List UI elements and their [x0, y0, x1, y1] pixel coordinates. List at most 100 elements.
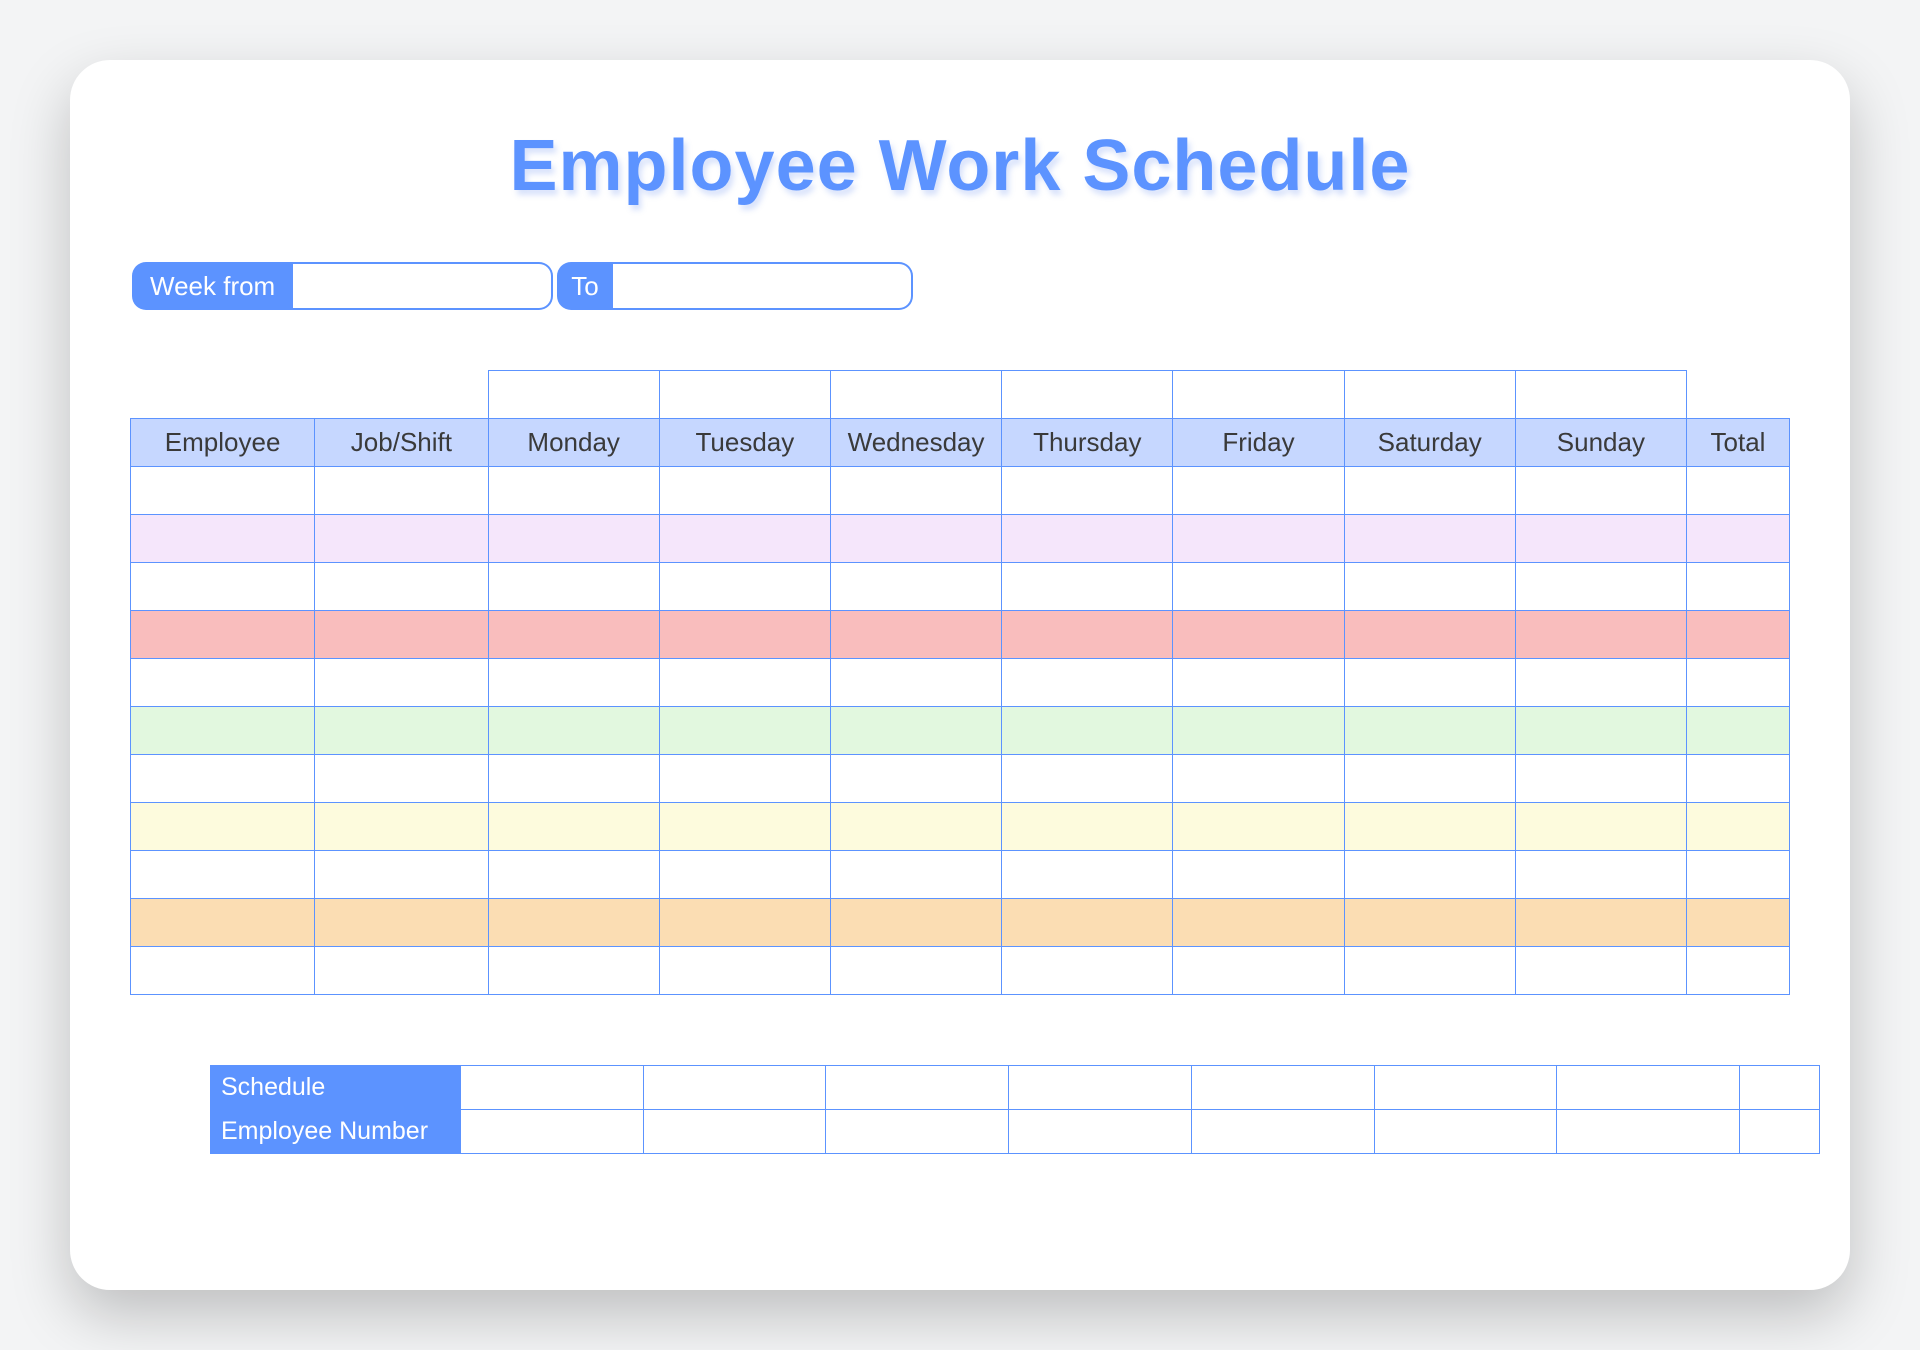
- summary-cell[interactable]: [1009, 1110, 1192, 1154]
- total-cell[interactable]: [1687, 803, 1790, 851]
- employee-cell[interactable]: [131, 659, 315, 707]
- day-cell[interactable]: [1002, 947, 1173, 995]
- day-cell[interactable]: [488, 755, 659, 803]
- day-cell[interactable]: [1344, 515, 1515, 563]
- employee-cell[interactable]: [131, 563, 315, 611]
- day-cell[interactable]: [1173, 611, 1344, 659]
- day-cell[interactable]: [1344, 947, 1515, 995]
- date-cell[interactable]: [1344, 371, 1515, 419]
- job-cell[interactable]: [315, 659, 488, 707]
- job-cell[interactable]: [315, 899, 488, 947]
- day-cell[interactable]: [488, 803, 659, 851]
- employee-cell[interactable]: [131, 803, 315, 851]
- day-cell[interactable]: [1344, 659, 1515, 707]
- day-cell[interactable]: [1344, 851, 1515, 899]
- job-cell[interactable]: [315, 707, 488, 755]
- summary-cell[interactable]: [461, 1066, 644, 1110]
- date-cell[interactable]: [830, 371, 1001, 419]
- employee-cell[interactable]: [131, 899, 315, 947]
- summary-cell[interactable]: [826, 1110, 1009, 1154]
- employee-cell[interactable]: [131, 611, 315, 659]
- day-cell[interactable]: [830, 707, 1001, 755]
- day-cell[interactable]: [659, 947, 830, 995]
- day-cell[interactable]: [830, 851, 1001, 899]
- day-cell[interactable]: [1515, 515, 1686, 563]
- summary-cell[interactable]: [1191, 1110, 1374, 1154]
- total-cell[interactable]: [1687, 707, 1790, 755]
- day-cell[interactable]: [830, 659, 1001, 707]
- date-cell[interactable]: [659, 371, 830, 419]
- day-cell[interactable]: [488, 707, 659, 755]
- job-cell[interactable]: [315, 467, 488, 515]
- employee-cell[interactable]: [131, 467, 315, 515]
- day-cell[interactable]: [659, 707, 830, 755]
- total-cell[interactable]: [1687, 467, 1790, 515]
- day-cell[interactable]: [1344, 611, 1515, 659]
- total-cell[interactable]: [1687, 515, 1790, 563]
- day-cell[interactable]: [488, 851, 659, 899]
- day-cell[interactable]: [830, 899, 1001, 947]
- day-cell[interactable]: [1173, 899, 1344, 947]
- day-cell[interactable]: [1344, 803, 1515, 851]
- day-cell[interactable]: [1002, 755, 1173, 803]
- day-cell[interactable]: [1344, 899, 1515, 947]
- total-cell[interactable]: [1687, 851, 1790, 899]
- employee-cell[interactable]: [131, 755, 315, 803]
- job-cell[interactable]: [315, 611, 488, 659]
- day-cell[interactable]: [1173, 467, 1344, 515]
- day-cell[interactable]: [1173, 755, 1344, 803]
- day-cell[interactable]: [488, 563, 659, 611]
- day-cell[interactable]: [1002, 899, 1173, 947]
- day-cell[interactable]: [659, 659, 830, 707]
- job-cell[interactable]: [315, 803, 488, 851]
- day-cell[interactable]: [1515, 755, 1686, 803]
- job-cell[interactable]: [315, 515, 488, 563]
- summary-cell[interactable]: [1009, 1066, 1192, 1110]
- job-cell[interactable]: [315, 947, 488, 995]
- day-cell[interactable]: [1515, 899, 1686, 947]
- job-cell[interactable]: [315, 851, 488, 899]
- day-cell[interactable]: [488, 611, 659, 659]
- week-from-input[interactable]: [293, 262, 553, 310]
- total-cell[interactable]: [1687, 947, 1790, 995]
- day-cell[interactable]: [830, 803, 1001, 851]
- day-cell[interactable]: [830, 611, 1001, 659]
- day-cell[interactable]: [488, 899, 659, 947]
- day-cell[interactable]: [1173, 515, 1344, 563]
- day-cell[interactable]: [659, 899, 830, 947]
- day-cell[interactable]: [1002, 707, 1173, 755]
- day-cell[interactable]: [1173, 947, 1344, 995]
- summary-cell[interactable]: [643, 1110, 826, 1154]
- day-cell[interactable]: [659, 563, 830, 611]
- summary-cell[interactable]: [1374, 1066, 1557, 1110]
- day-cell[interactable]: [1515, 947, 1686, 995]
- day-cell[interactable]: [1173, 707, 1344, 755]
- employee-cell[interactable]: [131, 851, 315, 899]
- total-cell[interactable]: [1687, 659, 1790, 707]
- day-cell[interactable]: [1173, 659, 1344, 707]
- day-cell[interactable]: [1002, 611, 1173, 659]
- summary-cell[interactable]: [1740, 1110, 1820, 1154]
- employee-cell[interactable]: [131, 515, 315, 563]
- day-cell[interactable]: [488, 515, 659, 563]
- day-cell[interactable]: [659, 803, 830, 851]
- day-cell[interactable]: [830, 467, 1001, 515]
- day-cell[interactable]: [1002, 515, 1173, 563]
- day-cell[interactable]: [1344, 707, 1515, 755]
- summary-cell[interactable]: [643, 1066, 826, 1110]
- total-cell[interactable]: [1687, 563, 1790, 611]
- date-cell[interactable]: [488, 371, 659, 419]
- day-cell[interactable]: [1173, 851, 1344, 899]
- job-cell[interactable]: [315, 563, 488, 611]
- day-cell[interactable]: [488, 467, 659, 515]
- summary-cell[interactable]: [1740, 1066, 1820, 1110]
- summary-cell[interactable]: [461, 1110, 644, 1154]
- employee-cell[interactable]: [131, 947, 315, 995]
- day-cell[interactable]: [488, 659, 659, 707]
- day-cell[interactable]: [1515, 611, 1686, 659]
- day-cell[interactable]: [1515, 467, 1686, 515]
- day-cell[interactable]: [1344, 467, 1515, 515]
- summary-cell[interactable]: [1374, 1110, 1557, 1154]
- date-cell[interactable]: [1002, 371, 1173, 419]
- day-cell[interactable]: [1002, 851, 1173, 899]
